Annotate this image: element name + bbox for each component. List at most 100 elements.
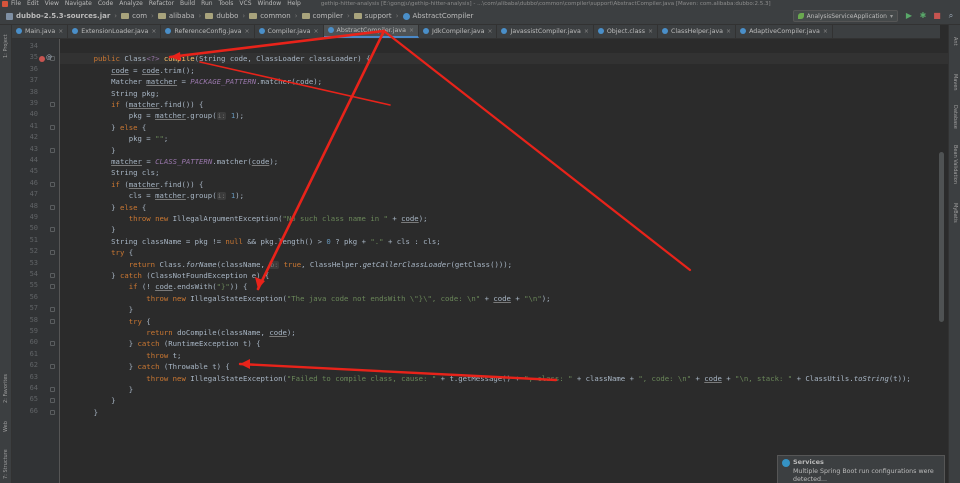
breadcrumb-class[interactable]: AbstractCompiler: [402, 12, 473, 20]
fold-marker-icon[interactable]: [50, 364, 55, 370]
stop-icon[interactable]: ■: [932, 11, 942, 21]
menu-tools[interactable]: Tools: [219, 0, 234, 8]
editor-tab[interactable]: Object.class ×: [594, 25, 659, 38]
code-token: b:: [269, 260, 280, 269]
editor-tab[interactable]: ClassHelper.java ×: [658, 25, 737, 38]
close-tab-icon[interactable]: ×: [409, 27, 414, 34]
code-token: {: [141, 202, 147, 212]
run-toolbar: AnalysisServiceApplication ▾ ▶ ✱ ■ ⌕: [792, 10, 960, 22]
breadcrumb-alibaba[interactable]: alibaba: [157, 12, 195, 20]
menu-analyze[interactable]: Analyze: [119, 0, 143, 8]
search-icon[interactable]: ⌕: [946, 11, 956, 21]
mybatis-tool-window-button[interactable]: MyBatis: [949, 193, 960, 233]
fold-marker-icon[interactable]: [50, 227, 55, 233]
close-tab-icon[interactable]: ×: [487, 28, 492, 35]
code-token: "The java code not endsWith \"}\", code:…: [286, 293, 481, 303]
breadcrumb-com[interactable]: com: [121, 12, 147, 20]
code-line: try {: [76, 247, 133, 258]
close-tab-icon[interactable]: ×: [151, 28, 156, 35]
fold-marker-icon[interactable]: [50, 409, 55, 415]
line-number: 59: [29, 327, 38, 335]
code-token: (ClassNotFoundException e) {: [146, 271, 270, 280]
menu-help[interactable]: Help: [287, 0, 301, 8]
web-tool-window-button[interactable]: Web: [0, 417, 12, 437]
close-tab-icon[interactable]: ×: [314, 28, 319, 35]
fold-marker-icon[interactable]: [50, 318, 55, 324]
code-token: catch: [119, 271, 147, 280]
close-tab-icon[interactable]: ×: [58, 28, 63, 35]
fold-marker-icon[interactable]: [50, 102, 55, 107]
debug-icon[interactable]: ✱: [918, 11, 928, 21]
fold-marker-icon[interactable]: [50, 204, 55, 210]
fold-marker-icon[interactable]: [50, 307, 55, 313]
menu-vcs[interactable]: VCS: [239, 0, 251, 8]
line-number: 56: [29, 292, 38, 301]
fold-marker-icon[interactable]: [50, 124, 55, 130]
code-token: {: [141, 122, 147, 132]
scrollbar-thumb[interactable]: [939, 152, 944, 322]
editor-tab[interactable]: JavassistCompiler.java ×: [497, 25, 594, 38]
breakpoint-icon[interactable]: [39, 56, 45, 63]
breadcrumb-jar[interactable]: dubbo-2.5.3-sources.jar: [6, 12, 110, 20]
editor-tab[interactable]: JdkCompiler.java ×: [419, 25, 498, 38]
code-area[interactable]: public Class<?> compile(String code, Cla…: [76, 39, 948, 483]
fold-marker-icon[interactable]: [50, 387, 55, 392]
breadcrumb-support[interactable]: support: [353, 12, 392, 20]
fold-marker-icon[interactable]: [50, 273, 55, 278]
fold-marker-icon[interactable]: [50, 398, 55, 404]
implements-marker-icon[interactable]: @: [46, 54, 52, 61]
editor-tab[interactable]: ReferenceConfig.java ×: [161, 25, 255, 38]
close-tab-icon[interactable]: ×: [648, 28, 653, 35]
close-tab-icon[interactable]: ×: [726, 28, 731, 35]
breadcrumb-dubbo[interactable]: dubbo: [205, 12, 238, 20]
code-token: (t));: [888, 373, 911, 383]
code-editor[interactable]: 34 35 36 37 38 39 40 41 42 43 44 45 46 47 48 49 50 51 52 53…: [12, 39, 948, 483]
code-token: matcher: [128, 100, 160, 109]
close-tab-icon[interactable]: ×: [823, 28, 828, 35]
database-tool-window-button[interactable]: Database: [949, 99, 960, 135]
breadcrumb-label: common: [260, 12, 291, 20]
fold-marker-icon[interactable]: [50, 250, 55, 256]
editor-tab[interactable]: ExtensionLoader.java ×: [68, 25, 162, 38]
menu-run[interactable]: Run: [201, 0, 213, 8]
breadcrumb-compiler[interactable]: compiler: [301, 12, 343, 20]
structure-tool-window-button[interactable]: 7: Structure: [0, 445, 12, 483]
editor-vertical-scrollbar[interactable]: [938, 40, 946, 480]
line-number: 37: [29, 76, 38, 85]
line-number: 63: [29, 372, 38, 381]
menu-build[interactable]: Build: [180, 0, 195, 8]
menu-file[interactable]: File: [11, 0, 21, 8]
menu-edit[interactable]: Edit: [27, 0, 39, 8]
menu-code[interactable]: Code: [98, 0, 113, 8]
editor-tab[interactable]: AdaptiveCompiler.java ×: [736, 25, 833, 38]
code-token: + cls : cls;: [383, 236, 441, 246]
code-token: throw new: [146, 293, 191, 303]
menu-navigate[interactable]: Navigate: [65, 0, 92, 8]
close-tab-icon[interactable]: ×: [245, 28, 250, 35]
fold-marker-icon[interactable]: [50, 181, 55, 187]
fold-marker-icon[interactable]: [50, 341, 55, 347]
bean-validation-tool-window-button[interactable]: Bean Validation: [949, 139, 960, 191]
java-class-icon: [165, 28, 172, 34]
fold-marker-icon[interactable]: [50, 284, 55, 290]
fold-marker-icon[interactable]: [50, 147, 55, 153]
editor-tab[interactable]: Compiler.java ×: [255, 25, 324, 38]
editor-tab[interactable]: AbstractCompiler.java ×: [323, 25, 419, 38]
menu-refactor[interactable]: Refactor: [149, 0, 174, 8]
editor-tab[interactable]: Main.java ×: [12, 25, 69, 38]
line-number: 60: [29, 338, 38, 347]
breadcrumb-common[interactable]: common: [249, 12, 291, 20]
code-token: =: [141, 157, 156, 166]
menu-view[interactable]: View: [45, 0, 59, 8]
favorites-tool-window-button[interactable]: 2: Favorites: [0, 365, 12, 411]
code-token: "}": [216, 282, 230, 292]
menu-window[interactable]: Window: [258, 0, 282, 8]
maven-tool-window-button[interactable]: Maven: [949, 69, 960, 95]
project-tool-window-button[interactable]: 1: Project: [0, 27, 12, 65]
run-configuration-select[interactable]: AnalysisServiceApplication ▾: [792, 10, 898, 22]
close-tab-icon[interactable]: ×: [584, 28, 589, 35]
services-notification[interactable]: Services Multiple Spring Boot run config…: [777, 455, 945, 483]
run-icon[interactable]: ▶: [904, 11, 914, 21]
editor-tabs: Main.java × ExtensionLoader.java × Reference…: [12, 25, 940, 39]
ant-tool-window-button[interactable]: Ant: [949, 33, 960, 49]
